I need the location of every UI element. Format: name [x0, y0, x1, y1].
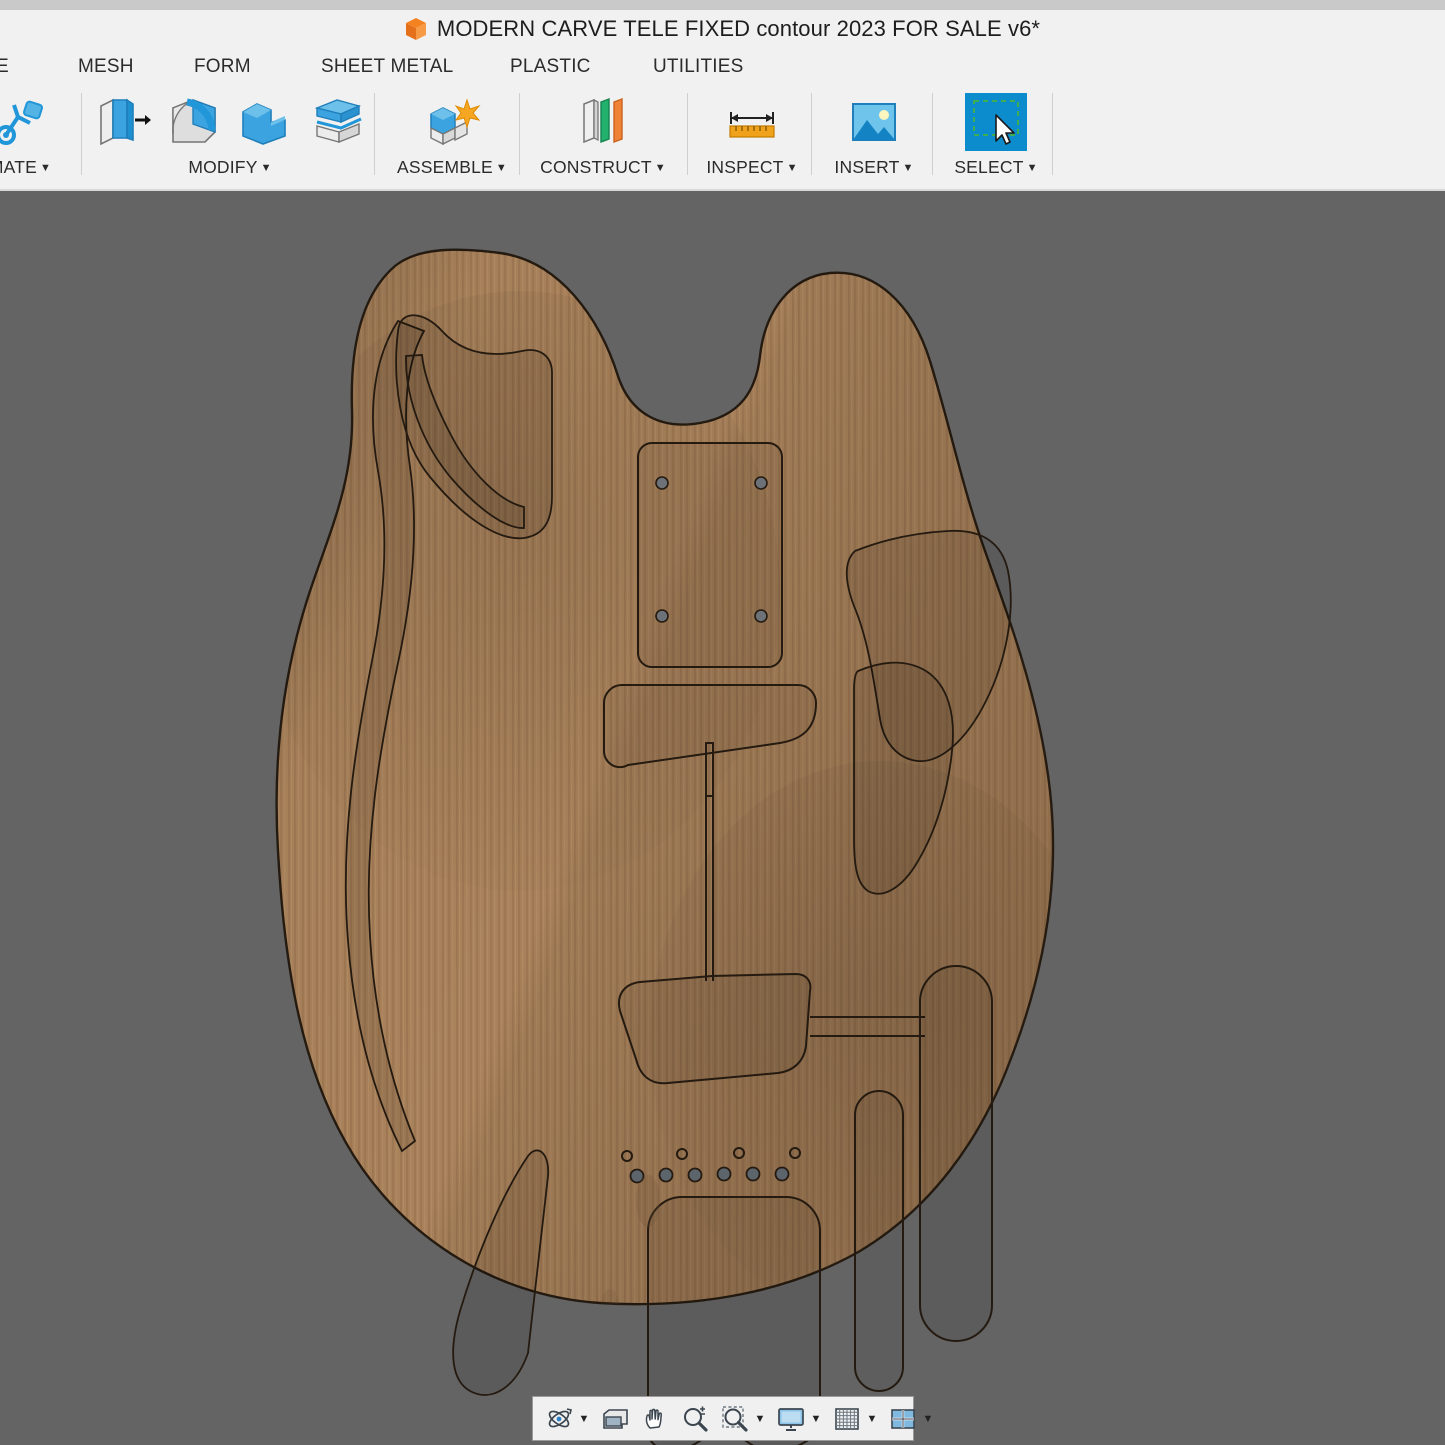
view-navigation-toolbar[interactable]: ▼ — [532, 1396, 914, 1441]
panel-modify-label[interactable]: MODIFY ▼ — [188, 157, 271, 178]
zoom-window-icon[interactable] — [718, 1402, 752, 1436]
secondary-route-slot — [855, 1091, 903, 1391]
chevron-down-icon[interactable]: ▼ — [576, 1402, 592, 1436]
guitar-body-outline[interactable] — [260, 241, 1110, 1445]
tab-sheet-metal[interactable]: SHEET METAL — [321, 56, 453, 78]
chevron-down-icon[interactable]: ▼ — [920, 1402, 936, 1436]
display-settings-icon[interactable] — [774, 1402, 808, 1436]
grid-snaps-tool[interactable]: ▼ — [827, 1400, 883, 1438]
panel-construct-label[interactable]: CONSTRUCT▼ — [540, 157, 666, 178]
panel-construct-icons — [572, 85, 634, 151]
neck-screw-hole — [656, 477, 668, 489]
panel-automate-icons — [0, 85, 51, 151]
panel-inspect-icons — [721, 85, 783, 151]
panel-assemble: ASSEMBLE▼ — [389, 85, 515, 189]
press-pull-icon[interactable] — [91, 93, 153, 151]
chevron-down-icon[interactable]: ▼ — [752, 1402, 768, 1436]
panel-separator — [1052, 93, 1053, 175]
orbit-tool[interactable]: ▼ — [539, 1400, 595, 1438]
fusion-cube-icon — [405, 17, 427, 41]
chevron-down-icon[interactable]: ▼ — [655, 162, 666, 174]
panel-insert-icons — [843, 85, 905, 151]
panel-modify: MODIFY ▼ — [90, 85, 370, 189]
panel-select-text: SELECT — [954, 157, 1023, 177]
control-cavity — [619, 974, 810, 1083]
panel-construct-text: CONSTRUCT — [540, 157, 652, 177]
split-face-icon[interactable] — [307, 93, 369, 151]
chevron-down-icon[interactable]: ▼ — [864, 1402, 880, 1436]
look-at-icon[interactable] — [598, 1402, 632, 1436]
panel-automate-text: MATE — [0, 157, 37, 177]
automate-joint-icon[interactable] — [0, 93, 51, 151]
panel-assemble-text: ASSEMBLE — [397, 157, 493, 177]
panel-separator — [932, 93, 933, 175]
viewports-icon[interactable] — [886, 1402, 920, 1436]
chevron-down-icon[interactable]: ▼ — [496, 162, 507, 174]
tab-plastic[interactable]: PLASTIC — [510, 56, 591, 78]
panel-separator — [81, 93, 82, 175]
tab-utilities[interactable]: UTILITIES — [653, 56, 743, 78]
panel-inspect: INSPECT ▼ — [694, 85, 810, 189]
ribbon-tab-row: E MESH FORM SHEET METAL PLASTIC UTILITIE… — [0, 48, 1445, 85]
offset-plane-icon[interactable] — [572, 93, 634, 151]
neck-screw-hole — [755, 610, 767, 622]
neck-screw-hole — [755, 477, 767, 489]
document-title-group: MODERN CARVE TELE FIXED contour 2023 FOR… — [405, 16, 1040, 42]
look-at-tool[interactable] — [595, 1400, 635, 1438]
panel-assemble-label[interactable]: ASSEMBLE▼ — [397, 157, 507, 178]
panel-separator — [374, 93, 375, 175]
tab-mesh[interactable]: MESH — [78, 56, 134, 78]
viewports-tool[interactable]: ▼ — [883, 1400, 939, 1438]
ribbon-panel-row: MATE▼ — [0, 85, 1445, 189]
panel-insert-text: INSERT — [834, 157, 899, 177]
panel-select-label[interactable]: SELECT ▼ — [954, 157, 1037, 178]
panel-select: SELECT ▼ — [940, 85, 1052, 189]
bridge-pickup-route — [920, 966, 992, 1341]
panel-select-icons — [965, 85, 1027, 151]
panel-separator — [687, 93, 688, 175]
shell-icon[interactable] — [235, 93, 297, 151]
panel-inspect-label[interactable]: INSPECT ▼ — [706, 157, 797, 178]
panel-separator — [519, 93, 520, 175]
chevron-down-icon[interactable]: ▼ — [261, 162, 272, 174]
zoom-window-tool[interactable]: ▼ — [715, 1400, 771, 1438]
panel-automate: MATE▼ — [0, 85, 80, 189]
display-settings-tool[interactable]: ▼ — [771, 1400, 827, 1438]
panel-automate-label[interactable]: MATE▼ — [0, 157, 51, 178]
panel-assemble-icons — [421, 85, 483, 151]
tab-automate[interactable]: E — [0, 56, 9, 78]
zoom-tool[interactable] — [675, 1400, 715, 1438]
fillet-icon[interactable] — [163, 93, 225, 151]
tab-form[interactable]: FORM — [194, 56, 251, 78]
panel-insert: INSERT▼ — [820, 85, 928, 189]
insert-image-icon[interactable] — [843, 93, 905, 151]
zoom-icon[interactable] — [678, 1402, 712, 1436]
panel-separator — [811, 93, 812, 175]
panel-insert-label[interactable]: INSERT▼ — [834, 157, 913, 178]
pan-hand-icon[interactable] — [638, 1402, 672, 1436]
document-title: MODERN CARVE TELE FIXED contour 2023 FOR… — [437, 16, 1040, 42]
chevron-down-icon[interactable]: ▼ — [808, 1402, 824, 1436]
viewport-canvas[interactable] — [0, 191, 1445, 1445]
panel-modify-icons — [91, 85, 369, 151]
new-component-icon[interactable] — [421, 93, 483, 151]
panel-inspect-text: INSPECT — [706, 157, 783, 177]
measure-ruler-icon[interactable] — [721, 93, 783, 151]
select-window-icon[interactable] — [965, 93, 1027, 151]
neck-screw-hole — [656, 610, 668, 622]
chevron-down-icon[interactable]: ▼ — [40, 162, 51, 174]
neck-pocket — [638, 443, 782, 667]
chevron-down-icon[interactable]: ▼ — [1027, 162, 1038, 174]
grid-snaps-icon[interactable] — [830, 1402, 864, 1436]
chevron-down-icon[interactable]: ▼ — [902, 162, 913, 174]
panel-construct: CONSTRUCT▼ — [528, 85, 678, 189]
panel-modify-text: MODIFY — [188, 157, 257, 177]
guitar-body-model[interactable] — [0, 191, 1445, 1445]
orbit-icon[interactable] — [542, 1402, 576, 1436]
ribbon: E MESH FORM SHEET METAL PLASTIC UTILITIE… — [0, 48, 1445, 191]
chevron-down-icon[interactable]: ▼ — [787, 162, 798, 174]
title-bar: MODERN CARVE TELE FIXED contour 2023 FOR… — [0, 10, 1445, 48]
pan-tool[interactable] — [635, 1400, 675, 1438]
